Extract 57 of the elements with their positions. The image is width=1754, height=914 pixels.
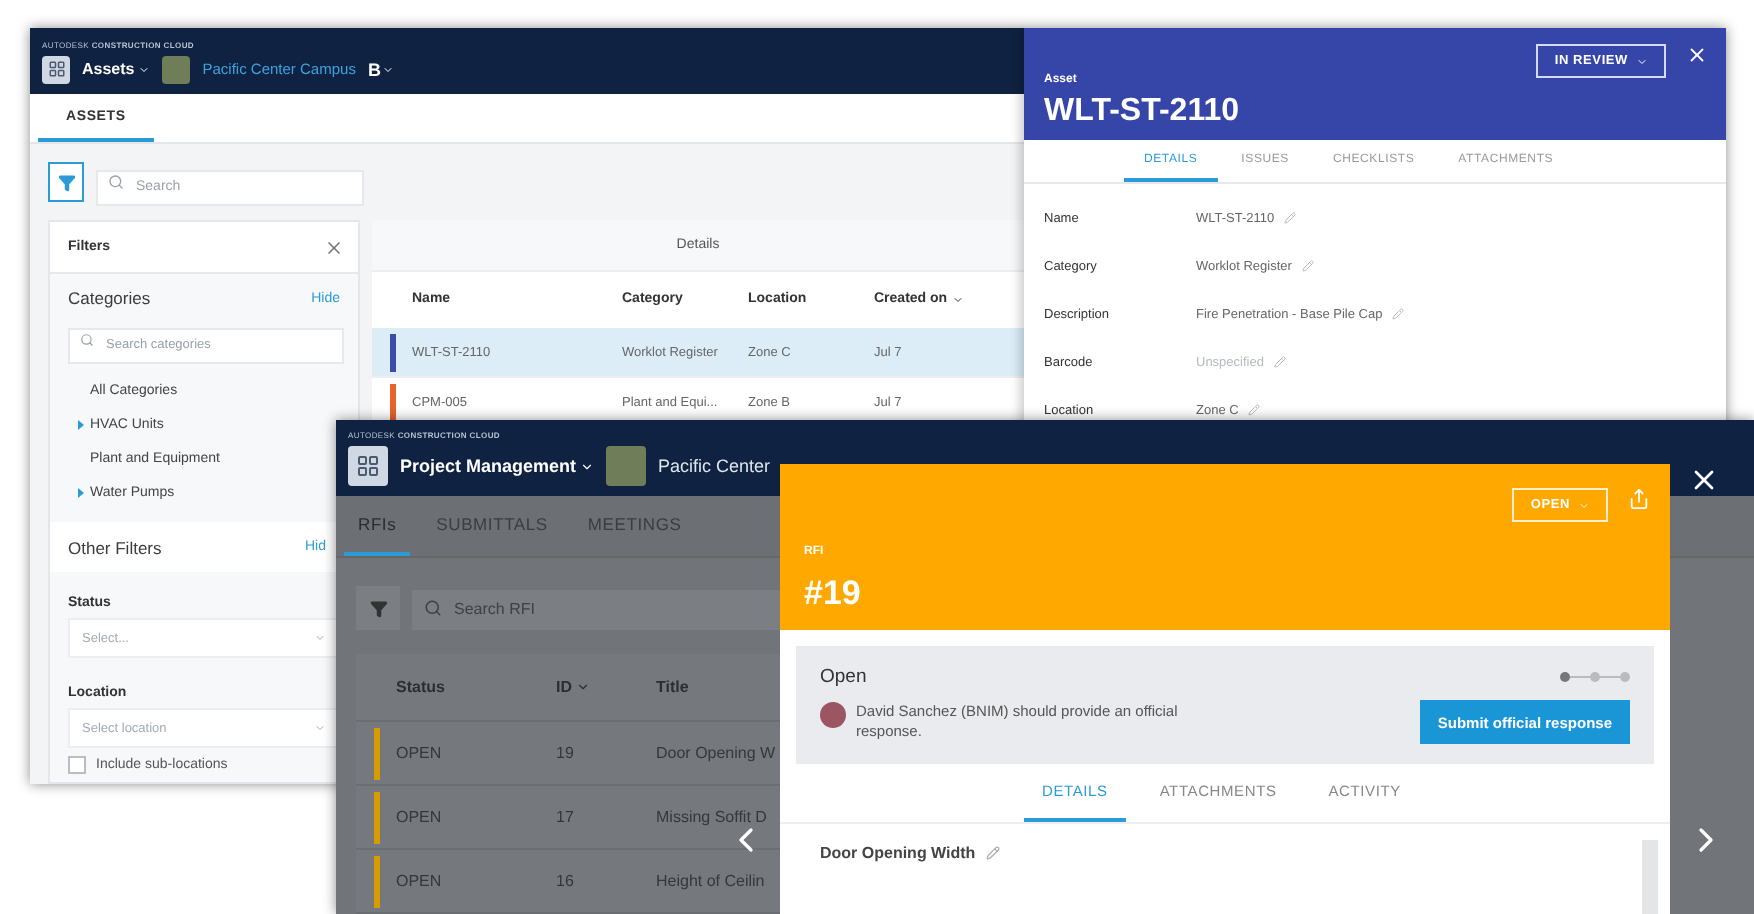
table-cell-text: 19 — [556, 744, 576, 762]
photo-placeholder — [162, 55, 191, 83]
checkbox[interactable] — [68, 756, 86, 774]
panel-title: WLT-ST-2110 — [1044, 96, 1240, 128]
column-header[interactable]: Title — [656, 678, 689, 696]
table-cell-text: Missing Soffit D — [656, 808, 769, 826]
app-grid-icon[interactable] — [42, 55, 70, 83]
project-link[interactable]: Pacific Center — [658, 456, 771, 477]
pencil-icon[interactable] — [1284, 212, 1297, 224]
filter-icon — [57, 173, 75, 191]
scrollbar — [1642, 840, 1658, 914]
section-title: Other Filters — [68, 537, 162, 557]
sort-icon — [951, 293, 964, 305]
app-menu[interactable]: Project Management — [400, 456, 595, 477]
column-header[interactable]: Status — [396, 678, 445, 696]
table-cell-text: OPEN — [396, 744, 444, 762]
caret-icon — [1636, 55, 1648, 67]
caret-icon — [314, 722, 326, 734]
search-icon — [108, 174, 124, 190]
table-cell-text: 16 — [556, 872, 576, 890]
caret-icon — [580, 459, 595, 474]
project-badge[interactable]: B — [367, 59, 395, 79]
caret-icon — [314, 632, 326, 644]
sort-icon — [576, 680, 590, 694]
caret-icon — [1578, 499, 1590, 511]
pencil-icon[interactable] — [1248, 404, 1261, 416]
table-cell-text: OPEN — [396, 872, 444, 890]
pencil-icon[interactable] — [1392, 308, 1405, 320]
column-header[interactable]: ID — [556, 678, 590, 696]
avatar — [820, 701, 846, 728]
search-icon — [80, 333, 94, 347]
search-icon — [424, 599, 442, 617]
field-label: Door Opening Width — [820, 843, 976, 861]
table-cell-text: Door Opening W — [656, 744, 778, 762]
filter-icon — [369, 599, 387, 617]
caret-icon — [138, 63, 151, 75]
table-cell-text: Height of Ceilin — [656, 872, 767, 890]
section-title: Categories — [68, 288, 151, 308]
search-field[interactable]: Search RFI — [412, 589, 782, 629]
progress-steps — [1560, 672, 1630, 682]
filter-button[interactable] — [356, 586, 400, 630]
caret-icon — [78, 420, 84, 430]
table-cell-text: 17 — [556, 808, 576, 826]
pencil-icon[interactable] — [985, 845, 1000, 859]
caret-icon — [382, 63, 395, 75]
caret-icon — [78, 488, 84, 498]
pencil-icon[interactable] — [1273, 356, 1286, 368]
close-icon[interactable] — [1686, 44, 1708, 66]
app-menu[interactable]: Assets — [82, 60, 151, 78]
filter-button[interactable] — [48, 162, 84, 202]
app-grid-icon[interactable] — [348, 446, 388, 487]
status-text: Open — [820, 666, 867, 688]
panel-title: #19 — [804, 576, 861, 610]
table-cell-text: OPEN — [396, 808, 444, 826]
pencil-icon[interactable] — [1301, 260, 1314, 272]
share-icon[interactable] — [1628, 488, 1650, 510]
photo-placeholder — [606, 446, 647, 487]
